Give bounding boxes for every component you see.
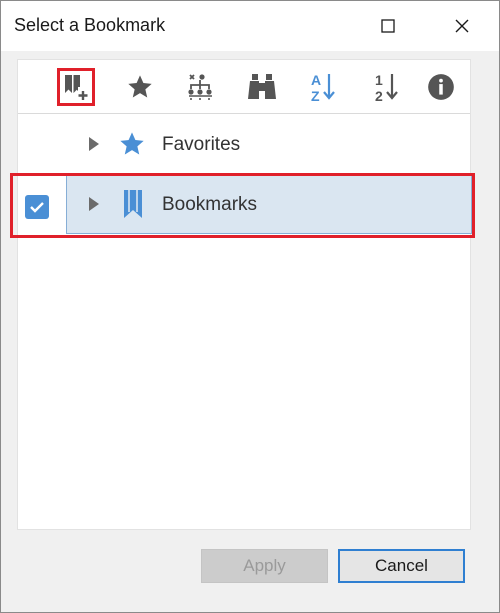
sort-12-icon: 1 2	[375, 72, 398, 103]
title-bar: Select a Bookmark	[1, 1, 499, 51]
find-button[interactable]	[243, 68, 281, 106]
maximize-button[interactable]	[365, 1, 411, 51]
sort-numeric-button[interactable]: 1 2	[368, 68, 406, 106]
tree-item-label: Favorites	[162, 134, 241, 155]
bookmark-panel: A Z 1 2 Favorites Bookmarks	[17, 59, 472, 530]
sort-az-letter-z: Z	[311, 88, 320, 103]
checkmark-icon	[30, 202, 44, 213]
maximize-icon	[381, 19, 395, 33]
close-icon	[455, 19, 469, 33]
sort-12-digit-one: 1	[375, 72, 383, 88]
info-icon	[428, 74, 454, 100]
dialog-window: Select a Bookmark A Z 1 2 Favorites Book…	[0, 0, 500, 613]
tree-item-favorites[interactable]: Favorites	[18, 114, 470, 174]
star-icon	[120, 132, 144, 155]
info-button[interactable]	[422, 68, 460, 106]
hierarchy-button[interactable]	[181, 68, 219, 106]
annotation-highlight	[10, 173, 475, 238]
close-button[interactable]	[439, 1, 485, 51]
add-bookmark-icon	[65, 75, 88, 100]
sort-az-icon: A Z	[311, 72, 335, 103]
favorites-button[interactable]	[121, 68, 159, 106]
toolbar: A Z 1 2	[18, 60, 470, 114]
apply-button[interactable]: Apply	[201, 549, 328, 583]
favorite-star-icon	[128, 75, 152, 98]
sort-az-button[interactable]: A Z	[305, 68, 343, 106]
sort-12-digit-two: 2	[375, 88, 383, 103]
hierarchy-icon	[188, 74, 212, 100]
cancel-button[interactable]: Cancel	[338, 549, 465, 583]
window-title: Select a Bookmark	[14, 15, 166, 35]
expand-arrow-icon[interactable]	[89, 137, 99, 151]
bookmarks-checkbox[interactable]	[25, 195, 49, 219]
sort-az-letter-a: A	[311, 72, 321, 88]
add-bookmark-button[interactable]	[57, 68, 95, 106]
binoculars-icon	[248, 74, 276, 99]
